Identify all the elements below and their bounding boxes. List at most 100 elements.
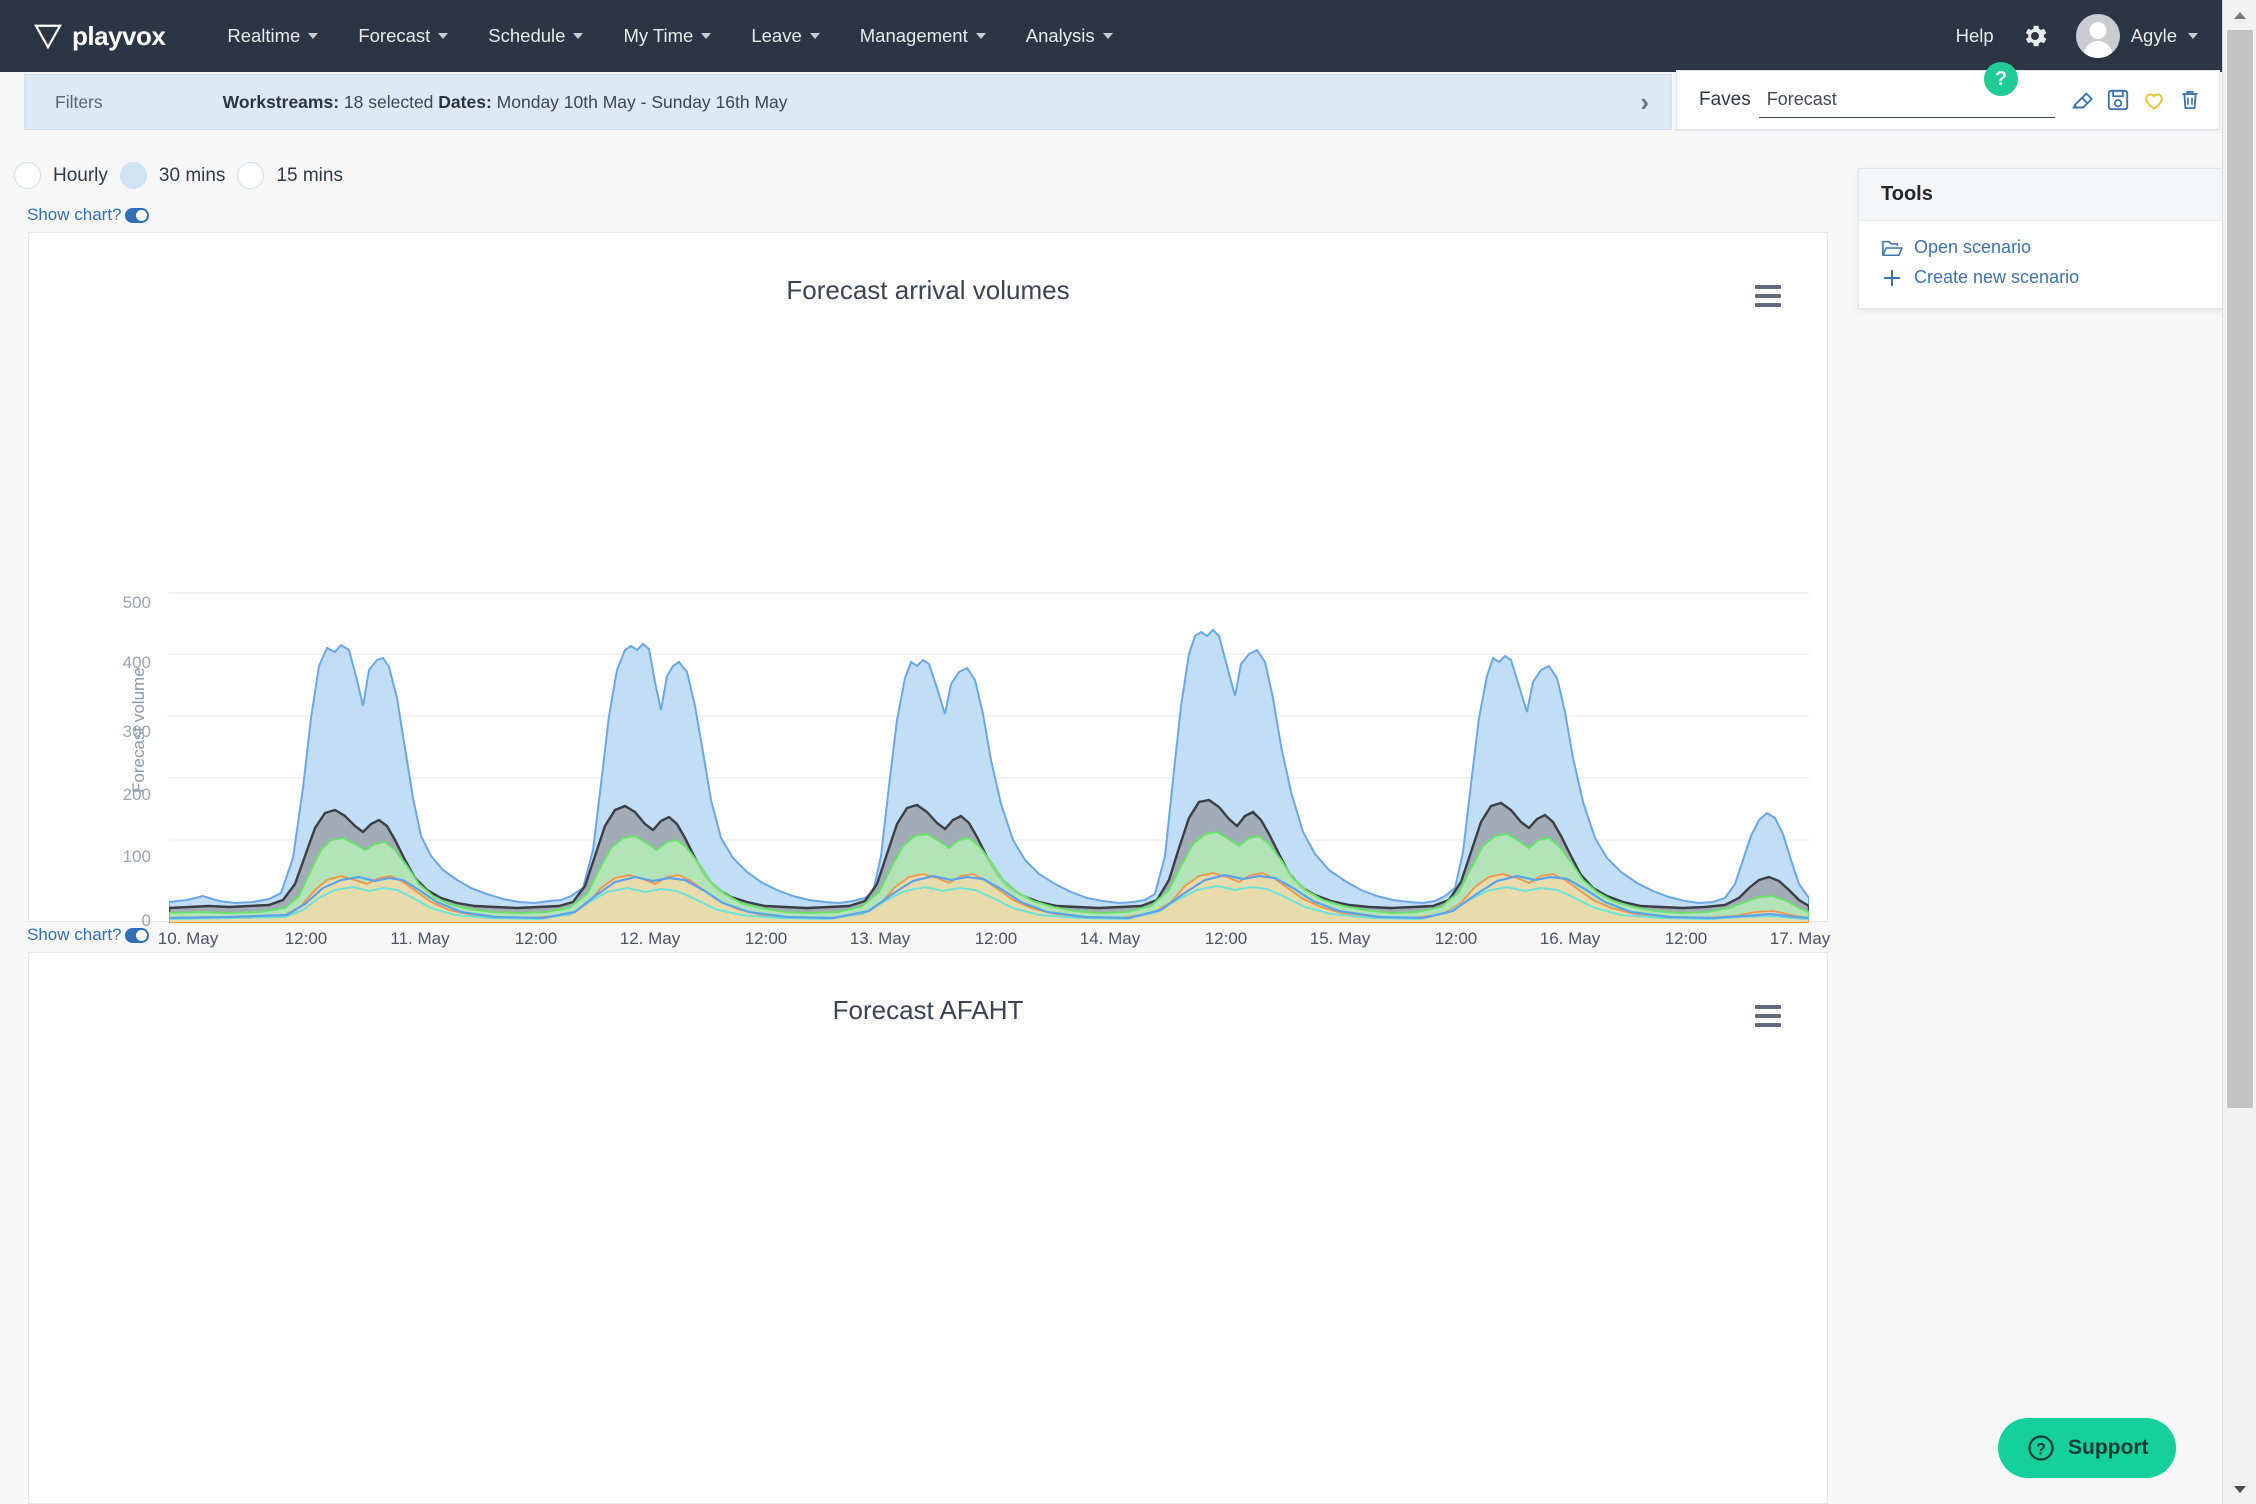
radio-30-mins[interactable] (119, 162, 147, 189)
support-button[interactable]: ? Support (1998, 1418, 2177, 1478)
tools-title: Tools (1859, 169, 2227, 221)
y-tick: 300 (122, 722, 151, 741)
nav-label: Realtime (227, 25, 301, 46)
question-circle-icon: ? (2028, 1435, 2054, 1461)
chevron-down-icon (573, 33, 584, 39)
create-new-scenario-link[interactable]: Create new scenario (1881, 267, 2205, 288)
top-navbar: playvox Realtime Forecast Schedule My Ti… (0, 0, 2222, 72)
radio-hourly[interactable] (14, 162, 41, 189)
x-tick: 12:00 (744, 929, 788, 948)
radio-label: 15 mins (276, 164, 343, 186)
open-scenario-link[interactable]: Open scenario (1881, 237, 2205, 258)
show-chart-toggle-afaht[interactable]: Show chart? (27, 925, 149, 945)
radio-option-hourly[interactable]: Hourly (2, 162, 108, 189)
radio-label: 30 mins (158, 164, 226, 186)
dates-key: Dates: (438, 91, 492, 112)
x-tick: 12:00 (1204, 929, 1248, 948)
show-chart-label: Show chart? (27, 205, 122, 224)
x-tick: 17. May (1769, 929, 1831, 948)
eraser-icon[interactable] (2069, 87, 2095, 113)
user-menu[interactable]: Agyle (2075, 14, 2198, 58)
nav-item-leave[interactable]: Leave (731, 15, 839, 57)
y-tick: 500 (122, 593, 151, 612)
playvox-mark-icon (34, 24, 62, 49)
radio-15-mins[interactable] (237, 162, 265, 189)
y-tick: 200 (122, 785, 151, 804)
help-badge[interactable]: ? (1984, 62, 2018, 96)
nav-item-management[interactable]: Management (840, 15, 1006, 57)
tool-link-label: Create new scenario (1914, 267, 2080, 287)
chart-title-volumes: Forecast arrival volumes (786, 275, 1070, 305)
radio-option-30-mins[interactable]: 30 mins (108, 162, 226, 189)
nav-item-schedule[interactable]: Schedule (468, 15, 603, 57)
chart-title-afaht: Forecast AFAHT (832, 995, 1024, 1025)
forecast-arrival-volumes-card: Show chart? Forecast arrival volumes For… (27, 205, 1830, 1148)
workstreams-value: 18 selected (343, 91, 434, 112)
chevron-right-icon[interactable]: › (1640, 89, 1649, 115)
plus-icon (1883, 269, 1901, 286)
folder-open-icon (1882, 240, 1903, 256)
support-label: Support (2068, 1436, 2149, 1459)
nav-label: Management (859, 25, 968, 46)
dates-value: Monday 10th May - Sunday 16th May (496, 91, 788, 112)
hamburger-menu-icon-afaht[interactable] (1755, 1005, 1781, 1027)
filters-label: Filters (55, 91, 103, 112)
save-icon[interactable] (2105, 87, 2131, 113)
chevron-down-icon (809, 33, 820, 39)
y-tick: 400 (122, 653, 151, 672)
radio-option-15-mins[interactable]: 15 mins (225, 162, 343, 189)
navbar-right: Help Agyle (1956, 14, 2198, 58)
nav-item-forecast[interactable]: Forecast (338, 15, 468, 57)
nav-label: Analysis (1025, 25, 1095, 46)
x-tick: 12:00 (1664, 929, 1708, 948)
filter-bar[interactable]: Filters Workstreams: 18 selected Dates: … (24, 74, 1672, 130)
nav-item-analysis[interactable]: Analysis (1006, 15, 1133, 57)
workstreams-key: Workstreams: (222, 91, 340, 112)
toggle-switch[interactable] (124, 927, 149, 943)
scrollbar-thumb[interactable] (2227, 30, 2253, 1108)
x-tick: 13. May (849, 929, 911, 948)
forecast-afaht-card: Show chart? Forecast AFAHT Values 5k 4k … (27, 925, 1828, 1504)
x-tick: 12:00 (514, 929, 558, 948)
x-tick: 12:00 (1434, 929, 1478, 948)
x-tick: 12:00 (974, 929, 1018, 948)
faves-panel: Faves (1676, 70, 2220, 130)
svg-text:?: ? (2036, 1440, 2046, 1458)
page-scrollbar[interactable] (2222, 0, 2256, 1504)
chevron-down-icon (438, 33, 449, 39)
nav-label: Forecast (358, 25, 431, 46)
radio-label: Hourly (53, 164, 108, 186)
x-tick: 12:00 (284, 929, 328, 948)
help-link[interactable]: Help (1956, 25, 1994, 47)
nav-item-realtime[interactable]: Realtime (207, 15, 338, 57)
main-menu: Realtime Forecast Schedule My Time Leave… (207, 15, 1132, 57)
scroll-down-arrow-icon[interactable] (2223, 1476, 2256, 1502)
filter-summary: Workstreams: 18 selected Dates: Monday 1… (223, 92, 788, 113)
tool-link-label: Open scenario (1914, 237, 2032, 257)
nav-label: My Time (623, 25, 694, 46)
heart-icon[interactable] (2141, 87, 2167, 113)
user-name: Agyle (2130, 25, 2177, 46)
faves-actions (2069, 87, 2203, 113)
playvox-logo[interactable]: playvox (34, 20, 166, 52)
nav-label: Schedule (488, 25, 566, 46)
scroll-up-arrow-icon[interactable] (2223, 2, 2256, 28)
chevron-down-icon (975, 33, 986, 39)
chevron-down-icon (701, 33, 712, 39)
chevron-down-icon (1102, 33, 1113, 39)
chart-plot-volumes (169, 592, 1809, 923)
brand-name: playvox (72, 20, 166, 51)
gear-icon[interactable] (2020, 21, 2050, 51)
show-chart-toggle-volumes[interactable]: Show chart? (27, 205, 149, 225)
chevron-down-icon (2188, 33, 2198, 39)
forecast-page: playvox Realtime Forecast Schedule My Ti… (0, 0, 2256, 1504)
avatar (2075, 14, 2120, 58)
toggle-switch[interactable] (124, 207, 149, 223)
nav-item-my-time[interactable]: My Time (603, 15, 731, 57)
x-tick: 12. May (619, 929, 681, 948)
trash-icon[interactable] (2177, 87, 2203, 113)
hamburger-menu-icon-volumes[interactable] (1755, 285, 1781, 307)
y-tick: 100 (122, 847, 151, 866)
x-tick: 10. May (157, 929, 219, 948)
tools-links: Open scenario Create new scenario (1859, 221, 2227, 308)
